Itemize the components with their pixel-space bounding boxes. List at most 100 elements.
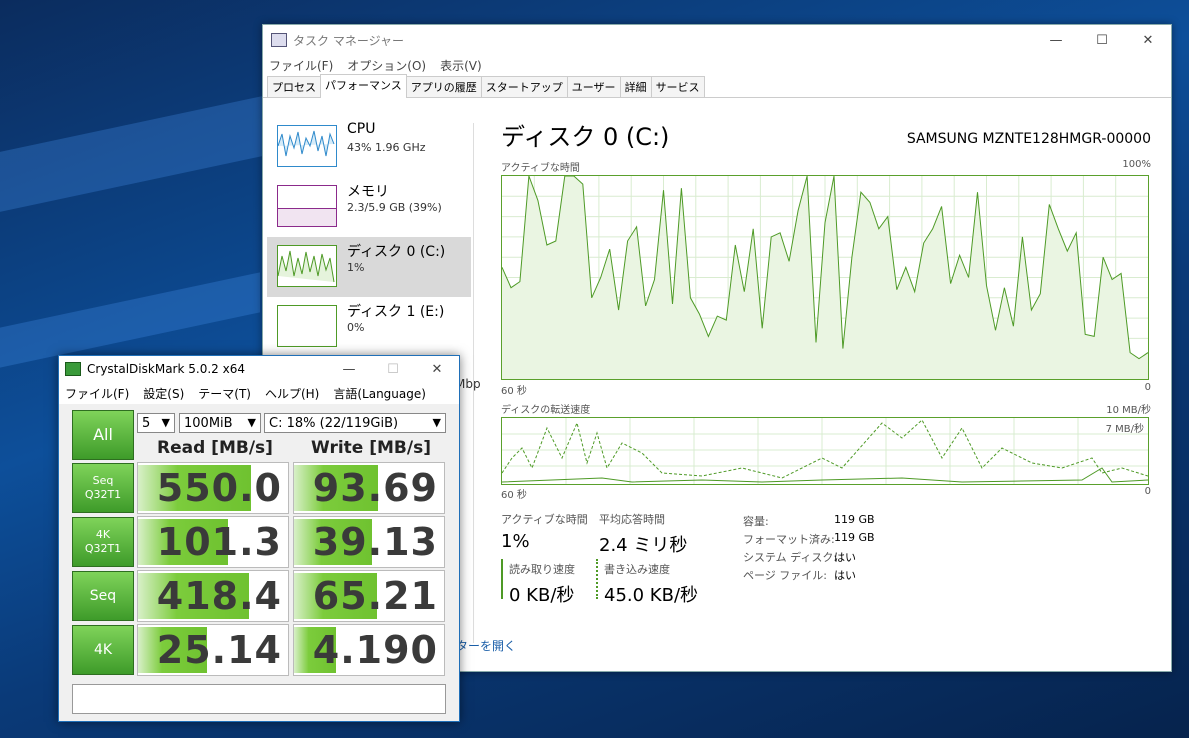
result-value: 418.4 bbox=[156, 574, 282, 618]
system-disk-label: システム ディスク: bbox=[743, 551, 838, 564]
system-disk-value: はい bbox=[834, 551, 856, 564]
menu-file[interactable]: ファイル(F) bbox=[269, 57, 333, 74]
cdm-menu-theme[interactable]: テーマ(T) bbox=[198, 385, 251, 402]
comment-field[interactable] bbox=[72, 684, 446, 714]
all-button[interactable]: All bbox=[72, 410, 134, 460]
seq-q32t1-write: 93.69 bbox=[293, 462, 445, 514]
graph-transfer-label: ディスクの転送速度 bbox=[501, 405, 591, 416]
response-time-value: 2.4 ミリ秒 bbox=[599, 535, 688, 556]
sidebar-item-sub: 1% bbox=[347, 261, 365, 274]
result-value: 39.13 bbox=[312, 520, 438, 564]
active-time-svg bbox=[501, 175, 1149, 379]
seq-q32t1-button[interactable]: Seq Q32T1 bbox=[72, 463, 134, 513]
cdm-menu-language[interactable]: 言語(Language) bbox=[333, 385, 426, 402]
graph-active-max: 100% bbox=[1122, 159, 1151, 170]
tab-startup[interactable]: スタートアップ bbox=[480, 76, 568, 97]
sidebar-item-sub: 2.3/5.9 GB (39%) bbox=[347, 201, 442, 214]
capacity-label: 容量: bbox=[743, 515, 769, 528]
menu-options[interactable]: オプション(O) bbox=[347, 57, 426, 74]
formatted-label: フォーマット済み: bbox=[743, 533, 835, 546]
graph-transfer-left: 60 秒 bbox=[501, 490, 527, 501]
write-speed-label: 書き込み速度 bbox=[604, 563, 670, 576]
cdm-title-bar[interactable]: CrystalDiskMark 5.0.2 x64 — ☐ ✕ bbox=[59, 356, 459, 382]
sidebar-item-disk1[interactable]: ディスク 1 (E:) 0% bbox=[267, 297, 471, 357]
seq-button[interactable]: Seq bbox=[72, 571, 134, 621]
cdm-menu-help[interactable]: ヘルプ(H) bbox=[265, 385, 319, 402]
graph-active-right: 0 bbox=[1144, 382, 1151, 393]
result-value: 550.0 bbox=[156, 466, 282, 510]
result-value: 25.14 bbox=[156, 628, 282, 672]
menu-view[interactable]: 表示(V) bbox=[440, 57, 482, 74]
cdm-window-controls: — ☐ ✕ bbox=[327, 356, 459, 382]
sidebar-item-sub: 0% bbox=[347, 321, 365, 334]
sidebar-item-name: ディスク 1 (E:) bbox=[347, 304, 445, 320]
crystaldiskmark-icon bbox=[65, 362, 81, 376]
cdm-menu-bar: ファイル(F) 設定(S) テーマ(T) ヘルプ(H) 言語(Language) bbox=[59, 382, 459, 404]
4k-q32t1-button[interactable]: 4K Q32T1 bbox=[72, 517, 134, 567]
transfer-rate-graph: 7 MB/秒 bbox=[501, 417, 1149, 485]
seq-write: 65.21 bbox=[293, 570, 445, 622]
page-title: ディスク 0 (C:) bbox=[501, 123, 670, 151]
tab-processes[interactable]: プロセス bbox=[267, 76, 321, 97]
drive-select[interactable]: C: 18% (22/119GiB) ▼ bbox=[264, 413, 446, 433]
formatted-value: 119 GB bbox=[834, 531, 875, 544]
chevron-down-icon: ▼ bbox=[161, 416, 170, 429]
disk-model: SAMSUNG MZNTE128HMGR-00000 bbox=[906, 131, 1151, 147]
menu-bar: ファイル(F) オプション(O) 表示(V) bbox=[263, 55, 1171, 75]
4k-q32t1-read: 101.3 bbox=[137, 516, 289, 568]
disk0-thumbnail-graph bbox=[277, 245, 337, 287]
cdm-window-title: CrystalDiskMark 5.0.2 x64 bbox=[87, 362, 245, 376]
resource-monitor-link[interactable]: ターを開く bbox=[456, 637, 516, 654]
sidebar-item-name: CPU bbox=[347, 121, 376, 137]
write-header: Write [MB/s] bbox=[311, 438, 431, 458]
graph-active-label: アクティブな時間 bbox=[501, 163, 580, 174]
tab-bar: プロセス パフォーマンス アプリの履歴 スタートアップ ユーザー 詳細 サービス bbox=[263, 74, 1171, 98]
cdm-close-button[interactable]: ✕ bbox=[415, 356, 459, 382]
graph-transfer-sub: 7 MB/秒 bbox=[1105, 424, 1144, 435]
size-select-value: 100MiB bbox=[184, 415, 233, 431]
seq-q32t1-read: 550.0 bbox=[137, 462, 289, 514]
sidebar-item-cpu[interactable]: CPU 43% 1.96 GHz bbox=[267, 117, 471, 177]
cdm-maximize-button: ☐ bbox=[387, 361, 399, 377]
4k-button[interactable]: 4K bbox=[72, 625, 134, 675]
task-manager-icon bbox=[271, 33, 287, 47]
write-speed-value: 45.0 KB/秒 bbox=[604, 585, 699, 606]
count-select[interactable]: 5 ▼ bbox=[137, 413, 175, 433]
sidebar-item-name: メモリ bbox=[347, 184, 389, 200]
maximize-button[interactable]: ☐ bbox=[1079, 25, 1125, 55]
cpu-thumbnail-graph bbox=[277, 125, 337, 167]
transfer-rate-svg bbox=[501, 418, 1149, 484]
cdm-menu-settings[interactable]: 設定(S) bbox=[143, 385, 184, 402]
result-value: 65.21 bbox=[312, 574, 438, 618]
response-time-label: 平均応答時間 bbox=[599, 513, 665, 526]
minimize-button[interactable]: — bbox=[1033, 25, 1079, 55]
memory-thumbnail-graph bbox=[277, 185, 337, 227]
size-select[interactable]: 100MiB ▼ bbox=[179, 413, 261, 433]
result-value: 93.69 bbox=[312, 466, 438, 510]
read-speed-label: 読み取り速度 bbox=[509, 563, 575, 576]
close-button[interactable]: ✕ bbox=[1125, 25, 1171, 55]
tab-details[interactable]: 詳細 bbox=[619, 76, 652, 97]
tab-performance[interactable]: パフォーマンス bbox=[320, 74, 407, 98]
page-file-value: はい bbox=[834, 569, 856, 582]
read-indicator bbox=[501, 559, 503, 599]
4k-write: 4.190 bbox=[293, 624, 445, 676]
crystaldiskmark-window: CrystalDiskMark 5.0.2 x64 — ☐ ✕ ファイル(F) … bbox=[58, 355, 460, 722]
chevron-down-icon: ▼ bbox=[247, 416, 256, 429]
tab-app-history[interactable]: アプリの履歴 bbox=[405, 76, 482, 97]
sidebar-item-memory[interactable]: メモリ 2.3/5.9 GB (39%) bbox=[267, 177, 471, 237]
cdm-minimize-button[interactable]: — bbox=[327, 356, 371, 382]
cdm-menu-file[interactable]: ファイル(F) bbox=[65, 385, 129, 402]
sidebar-item-name: ディスク 0 (C:) bbox=[347, 244, 446, 260]
result-value: 4.190 bbox=[312, 628, 438, 672]
read-header: Read [MB/s] bbox=[157, 438, 273, 458]
read-speed-value: 0 KB/秒 bbox=[509, 585, 575, 606]
tab-services[interactable]: サービス bbox=[650, 76, 705, 97]
sidebar-item-disk0[interactable]: ディスク 0 (C:) 1% bbox=[267, 237, 471, 297]
active-time-graph bbox=[501, 175, 1149, 380]
tab-users[interactable]: ユーザー bbox=[566, 76, 621, 97]
wallpaper-beam bbox=[0, 272, 260, 368]
seq-read: 418.4 bbox=[137, 570, 289, 622]
cpu-mini-graph bbox=[277, 130, 335, 157]
result-value: 101.3 bbox=[156, 520, 282, 564]
